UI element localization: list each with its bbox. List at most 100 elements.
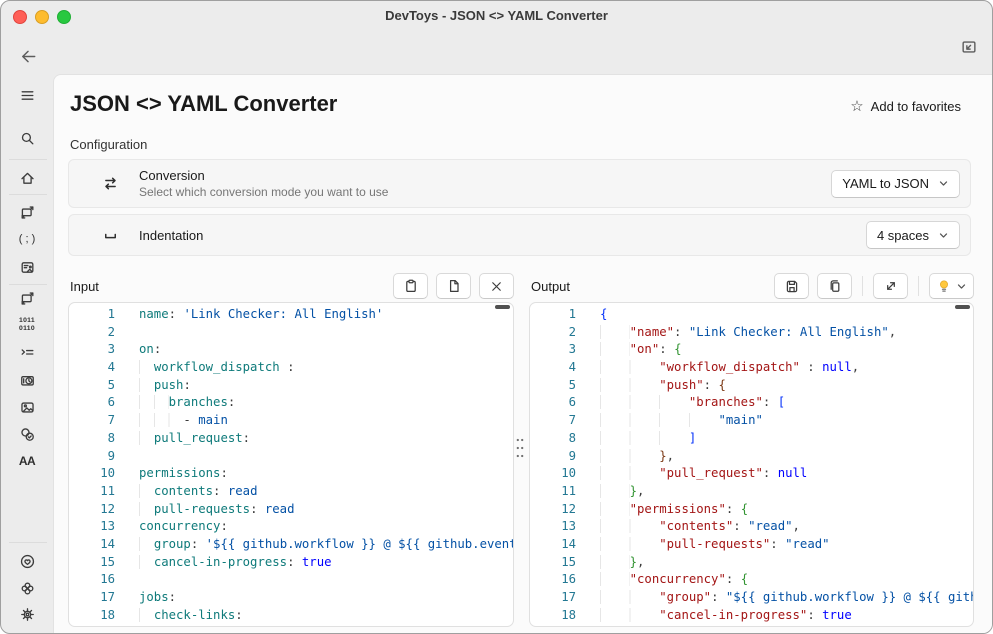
line-number: 15 <box>530 554 576 572</box>
code-line[interactable]: pull-requests: read <box>139 501 513 519</box>
line-number: 18 <box>530 607 576 625</box>
line-number: 16 <box>530 571 576 589</box>
code-line[interactable]: "group": "${{ github.workflow }} @ ${{ g… <box>600 589 973 607</box>
code-line[interactable]: "cancel-in-progress": true <box>600 607 973 625</box>
code-line[interactable]: permissions: <box>139 465 513 483</box>
code-line[interactable]: "pull-requests": "read" <box>600 536 973 554</box>
code-line[interactable]: push: <box>139 377 513 395</box>
code-line[interactable]: branches: <box>139 394 513 412</box>
code-line[interactable]: ] <box>600 430 973 448</box>
expand-icon <box>883 278 899 294</box>
sidebar-item-date-tool[interactable] <box>1 367 53 393</box>
input-editor[interactable]: 123456789101112131415161718 name: 'Link … <box>68 302 514 627</box>
configuration-label: Configuration <box>70 137 147 152</box>
indentation-dropdown[interactable]: 4 spaces <box>866 221 960 249</box>
code-line[interactable]: workflow_dispatch : <box>139 359 513 377</box>
code-line[interactable]: "on": { <box>600 341 973 359</box>
code-line[interactable]: cancel-in-progress: true <box>139 554 513 572</box>
conversion-mode-dropdown[interactable]: YAML to JSON <box>831 170 960 198</box>
save-button[interactable] <box>774 273 809 299</box>
add-to-favorites-button[interactable]: ☆ Add to favorites <box>850 99 961 114</box>
code-line[interactable]: }, <box>600 483 973 501</box>
sidebar-item-search[interactable] <box>1 125 53 151</box>
code-line[interactable]: "concurrency": { <box>600 571 973 589</box>
code-line[interactable] <box>139 324 513 342</box>
sidebar-item-converter-tool[interactable] <box>1 285 53 311</box>
input-label: Input <box>68 279 99 294</box>
code-line[interactable] <box>139 448 513 466</box>
line-number: 1 <box>530 306 576 324</box>
conversion-subtitle: Select which conversion mode you want to… <box>139 185 388 199</box>
sidebar-item-favorites[interactable] <box>1 548 53 574</box>
code-line[interactable]: concurrency: <box>139 518 513 536</box>
line-number: 6 <box>530 394 576 412</box>
code-line[interactable]: "main" <box>600 412 973 430</box>
input-scrollbar-thumb[interactable] <box>495 305 510 309</box>
code-line[interactable]: "contents": "read", <box>600 518 973 536</box>
gear-icon <box>19 606 36 623</box>
sidebar-item-formatters[interactable] <box>1 254 53 280</box>
sidebar-item-list-tool[interactable] <box>1 339 53 365</box>
output-scrollbar-thumb[interactable] <box>955 305 970 309</box>
output-editor[interactable]: 123456789101112131415161718 { "name": "L… <box>529 302 974 627</box>
line-number: 18 <box>69 607 115 625</box>
code-line[interactable]: name: 'Link Checker: All English' <box>139 306 513 324</box>
code-line[interactable] <box>139 571 513 589</box>
code-line[interactable]: "pull_request": null <box>600 465 973 483</box>
sidebar-item-text-case[interactable]: AA <box>1 448 53 474</box>
code-line[interactable]: group: '${{ github.workflow }} @ ${{ git… <box>139 536 513 554</box>
sidebar-item-settings[interactable] <box>1 601 53 627</box>
line-number: 13 <box>69 518 115 536</box>
code-line[interactable]: contents: read <box>139 483 513 501</box>
line-number: 7 <box>530 412 576 430</box>
splitter-grip[interactable] <box>514 436 526 460</box>
input-code: name: 'Link Checker: All English' on: wor… <box>121 303 513 626</box>
sidebar-item-extensions[interactable] <box>1 575 53 601</box>
code-line[interactable]: "permissions": { <box>600 501 973 519</box>
line-number: 13 <box>530 518 576 536</box>
sidebar-item-check-tool[interactable] <box>1 421 53 447</box>
code-line[interactable]: "name": "Link Checker: All English", <box>600 324 973 342</box>
sidebar-item-home[interactable] <box>1 165 53 191</box>
code-line[interactable]: "branches": [ <box>600 394 973 412</box>
menu-icon <box>19 87 36 104</box>
sidebar: ( ; ) 1011 0110 AA <box>1 31 53 633</box>
line-number: 4 <box>69 359 115 377</box>
compact-overlay-button[interactable] <box>959 37 979 57</box>
line-number: 11 <box>69 483 115 501</box>
clock-icon <box>19 372 36 389</box>
window-title: DevToys - JSON <> YAML Converter <box>1 8 992 23</box>
page-title: JSON <> YAML Converter <box>70 91 337 117</box>
line-number: 2 <box>69 324 115 342</box>
copy-button[interactable] <box>817 273 852 299</box>
sidebar-text-encoders-decoders: ( ; ) <box>19 233 36 245</box>
code-line[interactable]: pull_request: <box>139 430 513 448</box>
paste-button[interactable] <box>393 273 428 299</box>
sidebar-item-image-tool[interactable] <box>1 394 53 420</box>
line-number: 12 <box>69 501 115 519</box>
home-icon <box>19 170 36 187</box>
code-line[interactable]: - main <box>139 412 513 430</box>
code-line[interactable]: jobs: <box>139 589 513 607</box>
sidebar-item-encoders-decoders[interactable]: ( ; ) <box>1 226 53 252</box>
clear-button[interactable] <box>479 273 514 299</box>
code-line[interactable]: check-links: <box>139 607 513 625</box>
code-line[interactable]: { <box>600 306 973 324</box>
highlight-button[interactable] <box>929 273 974 299</box>
code-line[interactable]: }, <box>600 448 973 466</box>
line-number: 17 <box>69 589 115 607</box>
sidebar-item-converters[interactable] <box>1 199 53 225</box>
output-label: Output <box>529 279 570 294</box>
code-line[interactable]: }, <box>600 554 973 572</box>
line-number: 7 <box>69 412 115 430</box>
code-line[interactable]: "push": { <box>600 377 973 395</box>
open-file-button[interactable] <box>436 273 471 299</box>
code-line[interactable]: on: <box>139 341 513 359</box>
sidebar-item-menu[interactable] <box>1 82 53 108</box>
expand-button[interactable] <box>873 273 908 299</box>
line-number: 3 <box>69 341 115 359</box>
output-line-numbers: 123456789101112131415161718 <box>530 303 582 626</box>
code-line[interactable]: "workflow_dispatch" : null, <box>600 359 973 377</box>
sidebar-item-number-base[interactable]: 1011 0110 <box>1 312 53 338</box>
input-column: Input 123456789101112131415161718 name: … <box>68 272 514 627</box>
